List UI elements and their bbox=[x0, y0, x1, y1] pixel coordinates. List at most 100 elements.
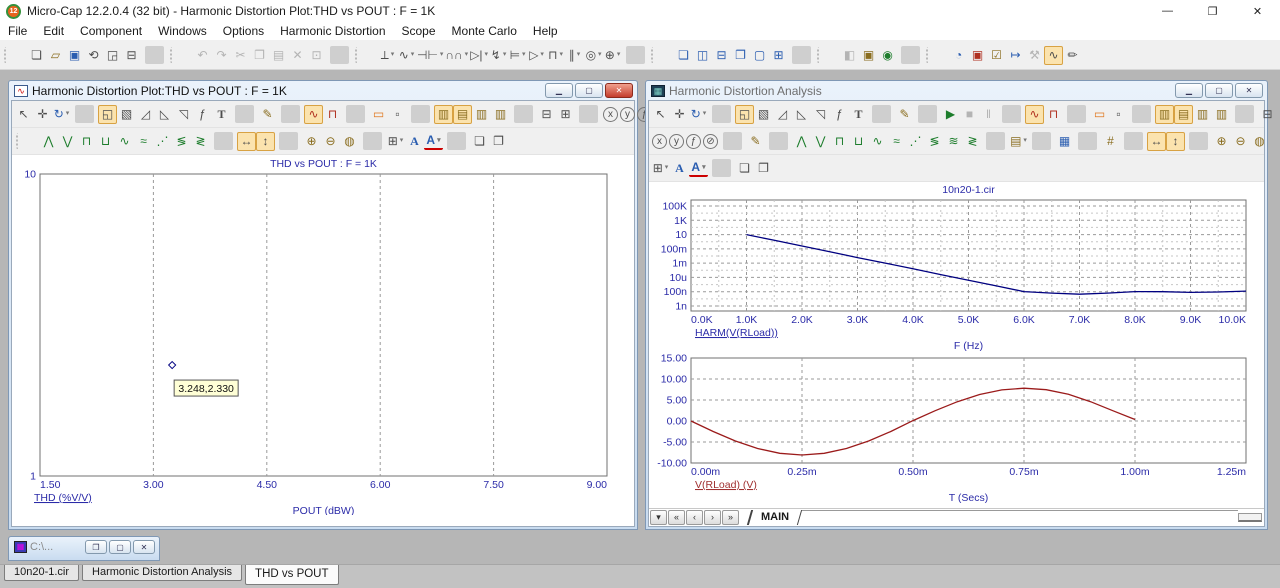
plot-window-titlebar[interactable]: ∿ Harmonic Distortion Plot:THD vs POUT :… bbox=[11, 81, 635, 100]
graph-paper-icon[interactable]: ▧ bbox=[117, 105, 136, 124]
digital-plot-icon[interactable]: ⊓ bbox=[1044, 105, 1063, 124]
scale-fx-icon[interactable]: ƒ bbox=[830, 105, 849, 124]
bw-icon[interactable]: ≷ bbox=[191, 132, 210, 151]
tile-horizontal-icon[interactable]: ⊟ bbox=[712, 46, 731, 65]
close-button[interactable]: ✕ bbox=[605, 83, 633, 98]
arrange-icons-icon[interactable]: ❐ bbox=[731, 46, 750, 65]
numeric-output-icon[interactable]: ▦ bbox=[1055, 132, 1074, 151]
bring-front-icon[interactable]: ❏ bbox=[470, 132, 489, 151]
peak-icon[interactable]: ⋀ bbox=[792, 132, 811, 151]
grid-options-icon[interactable]: ⊞ bbox=[651, 159, 670, 178]
close-button[interactable]: ✕ bbox=[133, 540, 155, 554]
undo-icon[interactable]: ↶ bbox=[193, 46, 212, 65]
text-tool-icon[interactable]: T bbox=[212, 105, 231, 124]
gd-icon[interactable]: ≶ bbox=[172, 132, 191, 151]
revert-icon[interactable]: ⟲ bbox=[84, 46, 103, 65]
grid-options-icon[interactable]: ⊞ bbox=[386, 132, 405, 151]
scale-y-icon[interactable]: ◺ bbox=[792, 105, 811, 124]
calculator-icon[interactable]: ⊞ bbox=[769, 46, 788, 65]
animate-icon[interactable]: ◔ bbox=[949, 46, 968, 65]
battery-icon[interactable]: ∥ bbox=[565, 46, 584, 65]
print-preview-icon[interactable]: ◲ bbox=[103, 46, 122, 65]
valley-label-icon[interactable]: ⊔ bbox=[849, 132, 868, 151]
x-axis-icon[interactable]: x bbox=[652, 133, 667, 149]
inductor-icon[interactable]: ∩∩ bbox=[444, 46, 469, 65]
split-horizontal-icon[interactable]: ⊟ bbox=[537, 105, 556, 124]
properties-icon[interactable]: ✎ bbox=[258, 105, 277, 124]
minimize-button[interactable]: ▁ bbox=[545, 83, 573, 98]
font-icon[interactable]: A bbox=[405, 132, 424, 151]
valley-icon[interactable]: ⋁ bbox=[58, 132, 77, 151]
next-sheet-button[interactable]: › bbox=[704, 510, 721, 525]
zoom-in-icon[interactable]: ⊕ bbox=[302, 132, 321, 151]
series-label[interactable]: THD (%V/V) bbox=[34, 492, 92, 504]
tab-harmonic-distortion-analysis[interactable]: Harmonic Distortion Analysis bbox=[82, 565, 243, 581]
graph-paper-icon[interactable]: ▧ bbox=[754, 105, 773, 124]
x-axis-icon[interactable]: x bbox=[603, 106, 618, 122]
high-icon[interactable]: ∿ bbox=[868, 132, 887, 151]
current-source-icon[interactable]: ⊕ bbox=[603, 46, 622, 65]
analog-plot-icon[interactable]: ∿ bbox=[1025, 104, 1044, 124]
sine-source-icon[interactable]: ◎ bbox=[584, 46, 603, 65]
navigate-icon[interactable]: ↻ bbox=[689, 105, 708, 124]
new-file-icon[interactable]: ❏ bbox=[27, 46, 46, 65]
menu-component[interactable]: Component bbox=[72, 22, 150, 41]
copy-icon[interactable]: ❐ bbox=[250, 46, 269, 65]
menu-file[interactable]: File bbox=[0, 22, 35, 41]
tag-horizontal-icon[interactable]: ↔ bbox=[1147, 131, 1166, 151]
analysis-window-titlebar[interactable]: ▦ Harmonic Distortion Analysis ▁ ▢ ✕ bbox=[648, 81, 1265, 100]
horizontal-scrollbar-thumb[interactable] bbox=[1238, 513, 1262, 522]
plot-group-3-icon[interactable]: ▥ bbox=[1193, 105, 1212, 124]
text-tool-icon[interactable]: T bbox=[849, 105, 868, 124]
select-rect-icon[interactable]: ▭ bbox=[369, 105, 388, 124]
sheet-tab-main[interactable]: MAIN bbox=[746, 510, 803, 525]
component-editor-icon[interactable]: ▣ bbox=[859, 46, 878, 65]
cut-icon[interactable]: ✂ bbox=[231, 46, 250, 65]
gd-icon[interactable]: ≶ bbox=[925, 132, 944, 151]
bring-front-icon[interactable]: ❏ bbox=[735, 159, 754, 178]
zoom-in-icon[interactable]: ⊕ bbox=[1212, 132, 1231, 151]
redo-icon[interactable]: ↷ bbox=[212, 46, 231, 65]
diode-icon[interactable]: ▷| bbox=[469, 46, 489, 65]
resistor-icon[interactable]: ∿ bbox=[397, 46, 416, 65]
clipboard-icon[interactable]: ▤ bbox=[1009, 132, 1028, 151]
valley-icon[interactable]: ⋁ bbox=[811, 132, 830, 151]
maximize-button[interactable]: ▢ bbox=[109, 540, 131, 554]
fx-axis-icon[interactable]: ƒ bbox=[686, 133, 701, 149]
font-icon[interactable]: A bbox=[670, 159, 689, 178]
analog-plot-icon[interactable]: ∿ bbox=[304, 104, 323, 124]
plot-group-2-icon[interactable]: ▤ bbox=[1174, 104, 1193, 124]
preferences-icon[interactable]: ☑ bbox=[987, 46, 1006, 65]
pause-icon[interactable]: ‖ bbox=[979, 105, 998, 124]
dashed-rect-icon[interactable]: ▫ bbox=[1109, 105, 1128, 124]
run-icon[interactable]: ▶ bbox=[941, 105, 960, 124]
series-label[interactable]: V(RLoad) (V) bbox=[695, 479, 757, 491]
goto-icon[interactable]: ↦ bbox=[1006, 46, 1025, 65]
plot-group-1-icon[interactable]: ▥ bbox=[1155, 104, 1174, 124]
scale-x-icon[interactable]: ◿ bbox=[773, 105, 792, 124]
scale-region-icon[interactable]: ◱ bbox=[98, 104, 117, 124]
series-label[interactable]: HARM(V(RLoad)) bbox=[695, 327, 778, 339]
send-back-icon[interactable]: ❐ bbox=[754, 159, 773, 178]
maximize-button[interactable]: ▢ bbox=[1205, 83, 1233, 98]
tag-vertical-icon[interactable]: ↕ bbox=[1166, 131, 1185, 151]
valley-label-icon[interactable]: ⊔ bbox=[96, 132, 115, 151]
menu-windows[interactable]: Windows bbox=[150, 22, 215, 41]
digital-plot-icon[interactable]: ⊓ bbox=[323, 105, 342, 124]
scale-region-icon[interactable]: ◱ bbox=[735, 104, 754, 124]
zoom-out-icon[interactable]: ⊖ bbox=[1231, 132, 1250, 151]
select-arrow-icon[interactable]: ↖ bbox=[14, 105, 33, 124]
pulse-source-icon[interactable]: ⊓ bbox=[546, 46, 565, 65]
fft-icon[interactable]: ≷ bbox=[963, 132, 982, 151]
scale-y-icon[interactable]: ◺ bbox=[155, 105, 174, 124]
open-file-icon[interactable]: ▱ bbox=[46, 46, 65, 65]
navigate-icon[interactable]: ↻ bbox=[52, 105, 71, 124]
plot-group-4-icon[interactable]: ▥ bbox=[1212, 105, 1231, 124]
app-titlebar[interactable]: 12 Micro-Cap 12.2.0.4 (32 bit) - Harmoni… bbox=[0, 0, 1280, 22]
mosfet-icon[interactable]: ⊨ bbox=[508, 46, 527, 65]
peak-label-icon[interactable]: ⊓ bbox=[77, 132, 96, 151]
zoom-out-icon[interactable]: ⊖ bbox=[321, 132, 340, 151]
analysis-plot-icon[interactable]: ∿ bbox=[1044, 45, 1064, 65]
save-icon[interactable]: ▣ bbox=[65, 46, 84, 65]
tab-thd-vs-pout[interactable]: THD vs POUT bbox=[245, 565, 339, 585]
